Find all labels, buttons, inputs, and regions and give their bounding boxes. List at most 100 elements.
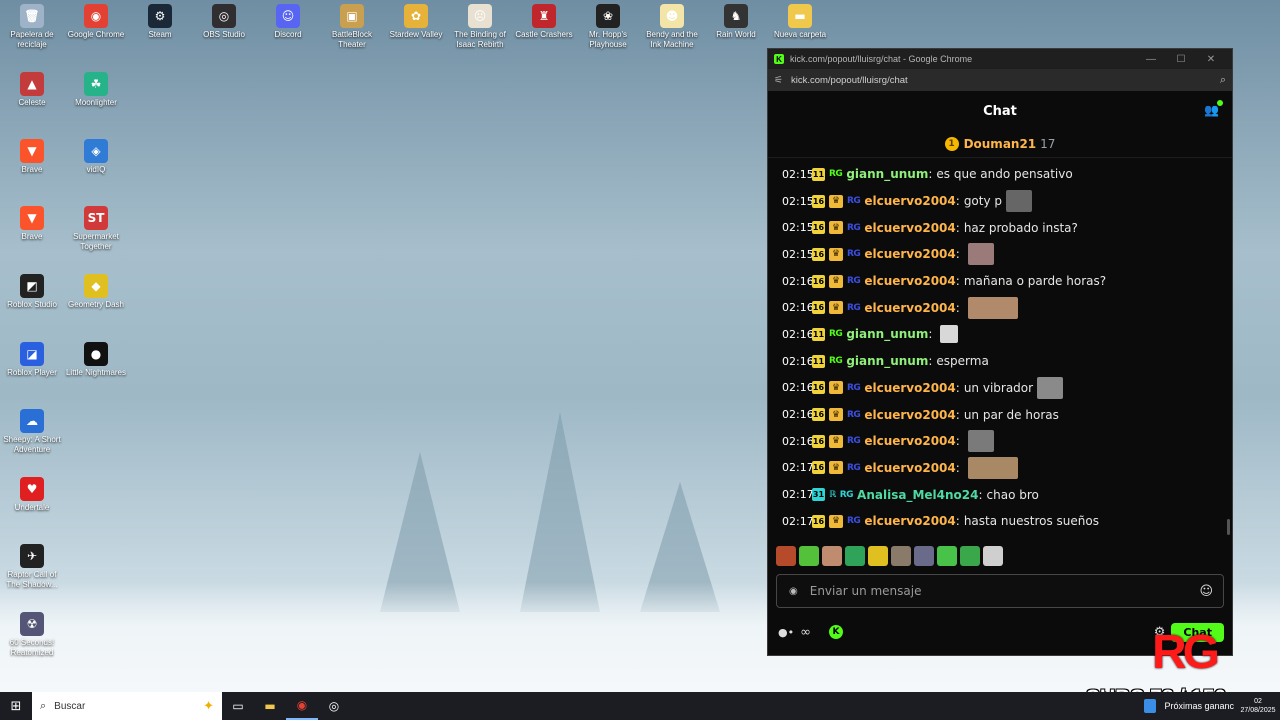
desktop-icon[interactable]: ST Supermarket Together bbox=[64, 202, 128, 252]
message-username[interactable]: elcuervo2004 bbox=[864, 408, 955, 422]
task-view-icon[interactable]: ▭ bbox=[222, 692, 254, 720]
message-username[interactable]: giann_unum bbox=[846, 354, 928, 368]
crown-badge-icon[interactable]: ♛ bbox=[829, 221, 843, 235]
desktop-icon[interactable]: ♜ Castle Crashers bbox=[512, 0, 576, 40]
desktop-icon[interactable]: ◈ vidIQ bbox=[64, 135, 128, 175]
desktop-icon[interactable]: ▼ Brave bbox=[0, 135, 64, 175]
desktop-icon[interactable]: ◆ Geometry Dash bbox=[64, 270, 128, 310]
crown-badge-icon[interactable]: ♛ bbox=[829, 301, 843, 315]
subscriber-badge-icon[interactable]: 16 bbox=[812, 381, 825, 395]
message-username[interactable]: elcuervo2004 bbox=[864, 461, 955, 475]
rg-badge-icon[interactable]: RG bbox=[840, 490, 854, 500]
desktop-icon[interactable]: ⚙ Steam bbox=[128, 0, 192, 40]
message-username[interactable]: Analisa_Mel4no24 bbox=[857, 488, 978, 502]
message-username[interactable]: elcuervo2004 bbox=[864, 194, 955, 208]
emote-image[interactable] bbox=[967, 296, 1018, 319]
rg-badge-icon[interactable]: RG bbox=[847, 276, 861, 286]
quick-emote[interactable] bbox=[960, 546, 980, 566]
rg-badge-icon[interactable]: RG bbox=[829, 169, 843, 179]
emote-image[interactable] bbox=[1006, 190, 1033, 213]
zoom-icon[interactable]: ⌕ bbox=[1220, 74, 1226, 87]
minimize-button[interactable]: — bbox=[1136, 54, 1166, 65]
quick-emote[interactable] bbox=[891, 546, 911, 566]
message-username[interactable]: elcuervo2004 bbox=[864, 434, 955, 448]
pinned-username[interactable]: Douman21 bbox=[964, 137, 1037, 151]
desktop-icon[interactable]: ▼ Brave bbox=[0, 202, 64, 242]
obs-taskbar-icon[interactable]: ◎ bbox=[318, 692, 350, 720]
extra-badge-icon[interactable]: ℝ bbox=[829, 490, 836, 500]
desktop-icon[interactable]: ▣ BattleBlock Theater bbox=[320, 0, 384, 50]
rg-badge-icon[interactable]: RG bbox=[829, 356, 843, 366]
message-username[interactable]: elcuervo2004 bbox=[864, 274, 955, 288]
quick-emote[interactable] bbox=[822, 546, 842, 566]
news-widget[interactable]: Próximas gananc bbox=[1144, 699, 1234, 713]
emote-image[interactable] bbox=[940, 325, 959, 344]
rg-badge-icon[interactable]: RG bbox=[829, 329, 843, 339]
message-username[interactable]: elcuervo2004 bbox=[864, 221, 955, 235]
desktop-icon[interactable]: ✈ Raptor Call of The Shadow... bbox=[0, 540, 64, 590]
desktop-icon[interactable]: ☻ Bendy and the Ink Machine bbox=[640, 0, 704, 50]
quick-emote[interactable] bbox=[845, 546, 865, 566]
quick-emote[interactable] bbox=[799, 546, 819, 566]
crown-badge-icon[interactable]: ♛ bbox=[829, 247, 843, 261]
rg-badge-icon[interactable]: RG bbox=[847, 249, 861, 259]
desktop-icon[interactable]: ✿ Stardew Valley bbox=[384, 0, 448, 40]
crown-badge-icon[interactable]: ♛ bbox=[829, 408, 843, 422]
file-explorer-icon[interactable]: ▬ bbox=[254, 692, 286, 720]
desktop-icon[interactable]: ❀ Mr. Hopp's Playhouse bbox=[576, 0, 640, 50]
emote-image[interactable] bbox=[1037, 376, 1064, 399]
address-bar[interactable]: ⚟ kick.com/popout/lluisrg/chat ⌕ bbox=[768, 69, 1232, 91]
url-text[interactable]: kick.com/popout/lluisrg/chat bbox=[791, 75, 1220, 86]
subscriber-badge-icon[interactable]: 11 bbox=[812, 167, 825, 181]
crown-badge-icon[interactable]: ♛ bbox=[829, 461, 843, 475]
quick-emote[interactable] bbox=[868, 546, 888, 566]
desktop-icon[interactable]: ☁ Sheepy: A Short Adventure bbox=[0, 405, 64, 455]
crown-badge-icon[interactable]: ♛ bbox=[829, 514, 843, 528]
crown-badge-icon[interactable]: ♛ bbox=[829, 381, 843, 395]
message-username[interactable]: elcuervo2004 bbox=[864, 247, 955, 261]
subscriber-badge-icon[interactable]: 16 bbox=[812, 301, 825, 315]
desktop-icon[interactable]: ♥ Undertale bbox=[0, 473, 64, 513]
pinned-gifter[interactable]: 1 Douman21 17 bbox=[768, 131, 1232, 158]
subscriber-badge-icon[interactable]: 16 bbox=[812, 221, 825, 235]
quick-emote[interactable] bbox=[983, 546, 1003, 566]
desktop-icon[interactable]: ◉ Google Chrome bbox=[64, 0, 128, 40]
desktop-icon[interactable]: ☹ The Binding of Isaac Rebirth bbox=[448, 0, 512, 50]
message-username[interactable]: giann_unum bbox=[846, 327, 928, 341]
desktop-icon[interactable]: ● Little Nightmares bbox=[64, 338, 128, 378]
subscriber-badge-icon[interactable]: 31 bbox=[812, 488, 825, 502]
emote-image[interactable] bbox=[967, 430, 994, 453]
subscriber-badge-icon[interactable]: 11 bbox=[812, 354, 825, 368]
subscriber-badge-icon[interactable]: 16 bbox=[812, 461, 825, 475]
emote-image[interactable] bbox=[967, 243, 994, 266]
subscriber-badge-icon[interactable]: 16 bbox=[812, 434, 825, 448]
message-username[interactable]: giann_unum bbox=[846, 167, 928, 181]
subscriber-badge-icon[interactable]: 16 bbox=[812, 514, 825, 528]
subscriber-badge-icon[interactable]: 16 bbox=[812, 194, 825, 208]
rg-badge-icon[interactable]: RG bbox=[847, 463, 861, 473]
message-username[interactable]: elcuervo2004 bbox=[864, 381, 955, 395]
rg-badge-icon[interactable]: RG bbox=[847, 223, 861, 233]
desktop-icon[interactable]: ◩ Roblox Studio bbox=[0, 270, 64, 310]
desktop-icon[interactable]: ◪ Roblox Player bbox=[0, 338, 64, 378]
desktop-icon[interactable]: ☢ 60 Seconds! Reatomized bbox=[0, 608, 64, 658]
message-username[interactable]: elcuervo2004 bbox=[864, 301, 955, 315]
emoji-picker-icon[interactable]: ☺ bbox=[1199, 584, 1213, 599]
close-button[interactable]: ✕ bbox=[1196, 54, 1226, 65]
desktop-icon[interactable]: ▲ Celeste bbox=[0, 68, 64, 108]
crown-badge-icon[interactable]: ♛ bbox=[829, 194, 843, 208]
subscriber-badge-icon[interactable]: 16 bbox=[812, 274, 825, 288]
crown-badge-icon[interactable]: ♛ bbox=[829, 274, 843, 288]
maximize-button[interactable]: ☐ bbox=[1166, 54, 1196, 65]
subscriber-badge-icon[interactable]: 16 bbox=[812, 247, 825, 261]
chrome-taskbar-icon[interactable]: ◉ bbox=[286, 692, 318, 720]
quick-emote[interactable] bbox=[776, 546, 796, 566]
users-icon[interactable]: 👥 bbox=[1204, 100, 1223, 119]
rg-badge-icon[interactable]: RG bbox=[847, 516, 861, 526]
desktop-icon[interactable]: ☘ Moonlighter bbox=[64, 68, 128, 108]
chat-message-input[interactable] bbox=[807, 583, 1200, 599]
rg-badge-icon[interactable]: RG bbox=[847, 196, 861, 206]
desktop-icon[interactable]: 🗑 Papelera de reciclaje bbox=[0, 0, 64, 50]
site-settings-icon[interactable]: ⚟ bbox=[774, 75, 783, 86]
system-clock[interactable]: 02 27/08/2025 bbox=[1238, 697, 1278, 715]
